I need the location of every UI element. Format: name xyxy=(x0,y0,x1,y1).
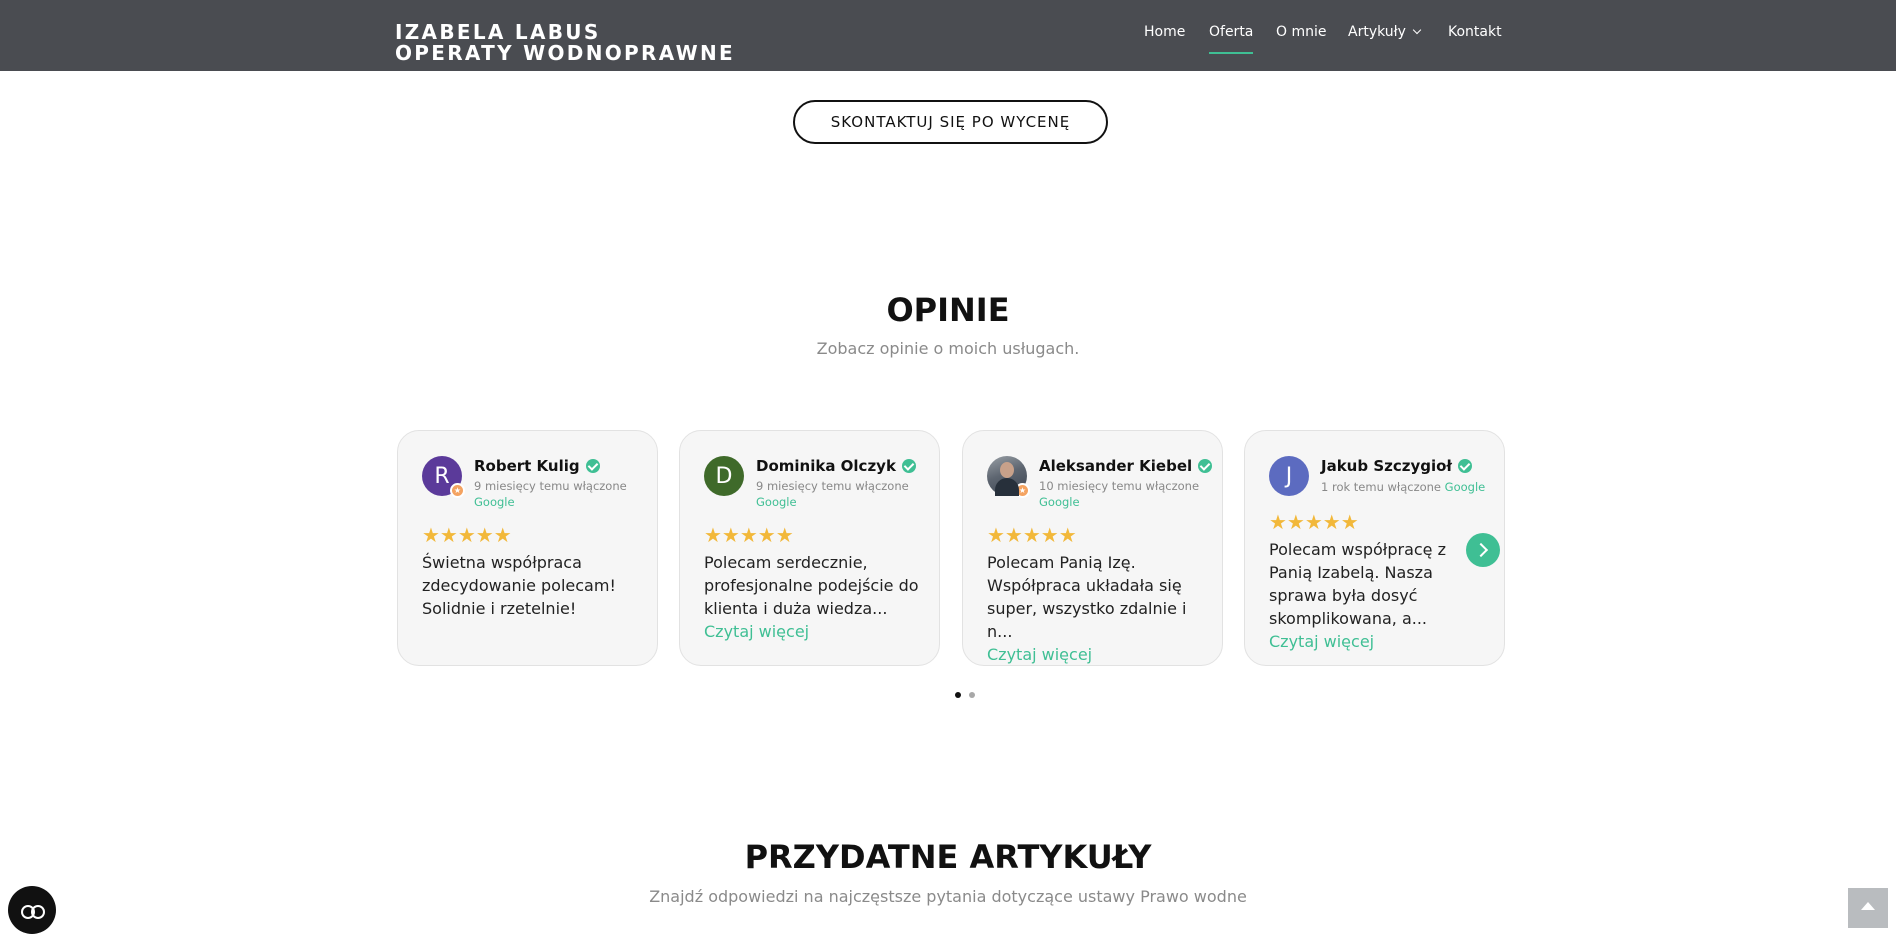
nav-artykuly-label: Artykuły xyxy=(1348,24,1406,40)
review-meta: 9 miesięcy temu włączone Google xyxy=(756,478,936,510)
reviewer-name-row: Robert Kulig xyxy=(474,457,600,475)
nav-oferta[interactable]: Oferta xyxy=(1209,24,1254,54)
review-meta: 10 miesięcy temu włączone Google xyxy=(1039,478,1219,510)
review-time: 10 miesięcy temu włączone xyxy=(1039,479,1200,493)
review-text-block: Świetna współpraca zdecydowanie polecam!… xyxy=(422,551,644,620)
nav-kontakt[interactable]: Kontakt xyxy=(1448,24,1502,40)
review-card: ★ Aleksander Kiebel 10 miesięcy temu włą… xyxy=(962,430,1223,666)
review-source[interactable]: Google xyxy=(1445,480,1486,494)
read-more-link[interactable]: Czytaj więcej xyxy=(1269,630,1491,653)
avatar-initial: J xyxy=(1285,463,1293,489)
review-meta: 9 miesięcy temu włączone Google xyxy=(474,478,654,510)
star-rating: ★★★★★ xyxy=(1269,510,1359,534)
carousel-next-button[interactable] xyxy=(1466,533,1500,567)
reviewer-name-row: Aleksander Kiebel xyxy=(1039,457,1213,475)
review-source[interactable]: Google xyxy=(756,494,936,510)
articles-subtitle: Znajdź odpowiedzi na najczęstsze pytania… xyxy=(649,887,1247,906)
verified-check-icon xyxy=(1458,459,1473,473)
avatar: ★ xyxy=(987,456,1030,498)
star-rating: ★★★★★ xyxy=(422,523,512,547)
brand-line-1: IZABELA LABUS xyxy=(395,20,601,44)
read-more-link[interactable]: Czytaj więcej xyxy=(704,620,926,643)
review-meta: 1 rok temu włączone Google xyxy=(1321,479,1501,495)
reviews-title: OPINIE xyxy=(886,291,1010,329)
nav-artykuly[interactable]: Artykuły xyxy=(1348,24,1422,40)
review-text-block: Polecam współpracę z Panią Izabelą. Nasz… xyxy=(1269,538,1491,653)
review-text: Polecam współpracę z Panią Izabelą. Nasz… xyxy=(1269,540,1447,628)
star-rating: ★★★★★ xyxy=(987,523,1077,547)
review-card: R ★ Robert Kulig 9 miesięcy temu włączon… xyxy=(397,430,658,666)
carousel-dot-1[interactable] xyxy=(955,692,961,698)
review-time: 9 miesięcy temu włączone xyxy=(756,479,909,493)
local-guide-badge-icon: ★ xyxy=(450,483,465,498)
contact-quote-button[interactable]: SKONTAKTUJ SIĘ PO WYCENĘ xyxy=(793,100,1108,144)
site-logo[interactable]: IZABELA LABUS OPERATY WODNOPRAWNE xyxy=(395,22,735,64)
review-text: Świetna współpraca zdecydowanie polecam!… xyxy=(422,553,616,618)
review-time: 1 rok temu włączone xyxy=(1321,480,1442,494)
reviewer-name: Aleksander Kiebel xyxy=(1039,457,1193,475)
accessibility-icon[interactable] xyxy=(8,886,56,934)
articles-title: PRZYDATNE ARTYKUŁY xyxy=(744,838,1152,876)
review-card: D Dominika Olczyk 9 miesięcy temu włączo… xyxy=(679,430,940,666)
avatar: D xyxy=(704,456,744,496)
reviewer-name-row: Dominika Olczyk xyxy=(756,457,916,475)
nav-home[interactable]: Home xyxy=(1144,24,1185,40)
review-source[interactable]: Google xyxy=(1039,494,1219,510)
reviewer-name: Jakub Szczygioł xyxy=(1321,457,1453,475)
review-source[interactable]: Google xyxy=(474,494,654,510)
review-time: 9 miesięcy temu włączone xyxy=(474,479,627,493)
site-header: IZABELA LABUS OPERATY WODNOPRAWNE Home O… xyxy=(0,0,1896,71)
review-text: Polecam Panią Izę. Współpraca układała s… xyxy=(987,553,1187,641)
review-text-block: Polecam serdecznie, profesjonalne podejś… xyxy=(704,551,926,643)
review-text-block: Polecam Panią Izę. Współpraca układała s… xyxy=(987,551,1209,665)
chevron-down-icon xyxy=(1412,25,1422,35)
reviewer-name: Dominika Olczyk xyxy=(756,457,896,475)
local-guide-badge-icon: ★ xyxy=(1015,483,1030,498)
carousel-dot-2[interactable] xyxy=(969,692,975,698)
avatar: R ★ xyxy=(422,456,465,498)
back-to-top-icon[interactable] xyxy=(1848,888,1888,928)
avatar-initial: R xyxy=(434,463,450,489)
nav-o-mnie[interactable]: O mnie xyxy=(1276,24,1326,40)
avatar: J xyxy=(1269,456,1309,496)
reviewer-name: Robert Kulig xyxy=(474,457,580,475)
verified-check-icon xyxy=(1198,459,1213,473)
avatar-initial: D xyxy=(715,463,733,489)
verified-check-icon xyxy=(585,459,600,473)
verified-check-icon xyxy=(901,459,916,473)
read-more-link[interactable]: Czytaj więcej xyxy=(987,643,1209,665)
reviewer-name-row: Jakub Szczygioł xyxy=(1321,457,1473,475)
star-rating: ★★★★★ xyxy=(704,523,794,547)
review-text: Polecam serdecznie, profesjonalne podejś… xyxy=(704,553,919,618)
brand-line-2: OPERATY WODNOPRAWNE xyxy=(395,41,735,65)
reviews-subtitle: Zobacz opinie o moich usługach. xyxy=(816,339,1080,358)
